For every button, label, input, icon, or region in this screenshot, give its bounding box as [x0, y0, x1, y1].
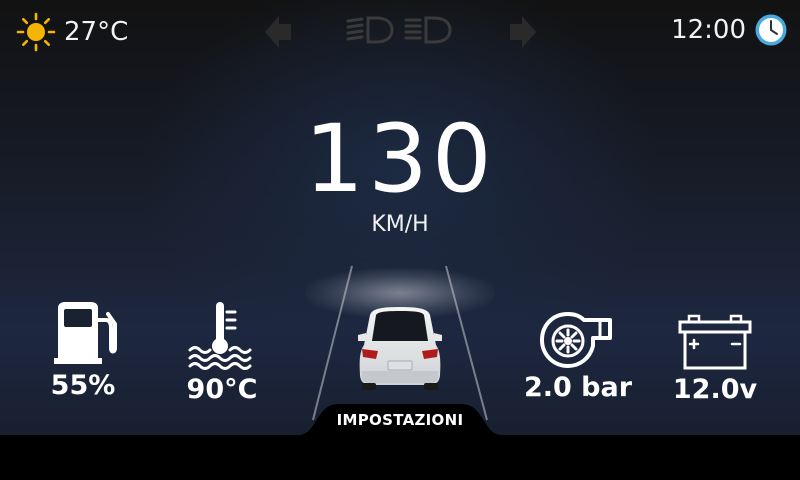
turbo-icon	[540, 312, 612, 368]
time-text: 12:00	[671, 15, 746, 45]
low-beam-icon	[346, 16, 394, 44]
speed-value: 130	[304, 105, 496, 214]
battery-value: 12.0v	[672, 374, 758, 405]
clock-icon	[755, 14, 787, 46]
turbo-gauge: 2.0 bar	[520, 310, 636, 403]
fuel-value: 55%	[50, 370, 116, 401]
bottom-bar	[0, 435, 800, 480]
battery-gauge: 12.0v	[665, 312, 765, 405]
turn-signal-left-icon	[265, 16, 291, 48]
sun-icon	[16, 12, 56, 52]
temperature-text: 27°C	[64, 17, 129, 47]
high-beam-icon	[404, 16, 452, 44]
outside-temperature: 27°C	[16, 12, 128, 52]
settings-button[interactable]: IMPOSTAZIONI	[298, 411, 502, 429]
battery-icon	[678, 314, 752, 370]
car-rear-icon	[358, 307, 442, 390]
turn-signal-right-icon	[510, 16, 536, 48]
turbo-value: 2.0 bar	[523, 372, 633, 403]
clock: 12:00	[671, 13, 788, 47]
coolant-value: 90°C	[186, 374, 258, 405]
coolant-gauge: 90°C	[170, 300, 274, 405]
fuel-gauge: 55%	[38, 300, 128, 401]
fuel-pump-icon	[54, 302, 117, 364]
speed-unit: KM/H	[371, 212, 429, 237]
coolant-temperature-icon	[188, 302, 252, 370]
